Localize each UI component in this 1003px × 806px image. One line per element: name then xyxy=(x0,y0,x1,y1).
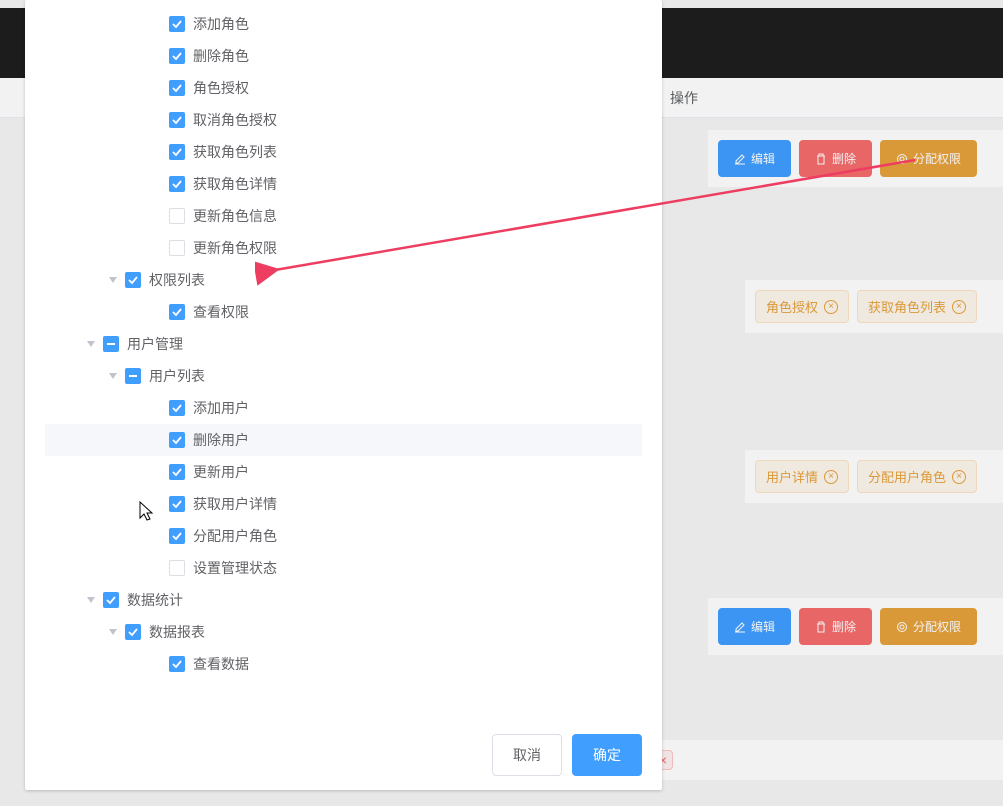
tree-node-label: 数据统计 xyxy=(127,584,183,616)
tree-node[interactable]: 获取角色列表 xyxy=(45,136,642,168)
tree-node-label: 取消角色授权 xyxy=(193,104,277,136)
tree-node[interactable]: 删除角色 xyxy=(45,40,642,72)
tree-checkbox[interactable] xyxy=(169,112,185,128)
tree-node-label: 角色授权 xyxy=(193,72,249,104)
tree-checkbox[interactable] xyxy=(169,80,185,96)
tree-node[interactable]: 数据统计 xyxy=(45,584,642,616)
tree-checkbox[interactable] xyxy=(169,656,185,672)
tree-node[interactable]: 取消角色授权 xyxy=(45,104,642,136)
tree-node-label: 添加角色 xyxy=(193,8,249,40)
tree-node[interactable]: 用户管理 xyxy=(45,328,642,360)
tree-node[interactable]: 获取用户详情 xyxy=(45,488,642,520)
dialog-footer: 取消 确定 xyxy=(25,720,662,790)
tree-checkbox[interactable] xyxy=(169,208,185,224)
tree-node[interactable]: 查看数据 xyxy=(45,648,642,680)
tree-node-label: 用户管理 xyxy=(127,328,183,360)
tree-checkbox[interactable] xyxy=(125,272,141,288)
tree-node[interactable]: 权限列表 xyxy=(45,264,642,296)
tree-node[interactable]: 获取角色详情 xyxy=(45,168,642,200)
tree-checkbox[interactable] xyxy=(103,336,119,352)
tree-checkbox[interactable] xyxy=(169,304,185,320)
tree-node-label: 删除角色 xyxy=(193,40,249,72)
tree-checkbox[interactable] xyxy=(169,176,185,192)
tree-node[interactable]: 用户列表 xyxy=(45,360,642,392)
tree-node[interactable]: 设置管理状态 xyxy=(45,552,642,584)
tree-node-label: 获取用户详情 xyxy=(193,488,277,520)
tree-node-label: 分配用户角色 xyxy=(193,520,277,552)
tree-checkbox[interactable] xyxy=(125,624,141,640)
tree-node[interactable]: 角色授权 xyxy=(45,72,642,104)
tree-checkbox[interactable] xyxy=(169,240,185,256)
tree-node-label: 更新角色权限 xyxy=(193,232,277,264)
tree-checkbox[interactable] xyxy=(103,592,119,608)
tree-node-label: 更新角色信息 xyxy=(193,200,277,232)
tree-node-label: 更新用户 xyxy=(193,456,249,488)
dialog-body: 添加角色删除角色角色授权取消角色授权获取角色列表获取角色详情更新角色信息更新角色… xyxy=(25,0,662,720)
tree-node[interactable]: 更新角色权限 xyxy=(45,232,642,264)
confirm-button[interactable]: 确定 xyxy=(572,734,642,776)
permission-dialog: 添加角色删除角色角色授权取消角色授权获取角色列表获取角色详情更新角色信息更新角色… xyxy=(25,0,662,790)
expand-icon[interactable] xyxy=(107,627,119,637)
expand-icon[interactable] xyxy=(107,371,119,381)
tree-node-label: 数据报表 xyxy=(149,616,205,648)
tree-node[interactable]: 分配用户角色 xyxy=(45,520,642,552)
tree-node-label: 查看权限 xyxy=(193,296,249,328)
tree-checkbox[interactable] xyxy=(169,144,185,160)
tree-node[interactable]: 数据报表 xyxy=(45,616,642,648)
cancel-button[interactable]: 取消 xyxy=(492,734,562,776)
tree-node-label: 添加用户 xyxy=(193,392,249,424)
tree-node-label: 设置管理状态 xyxy=(193,552,277,584)
tree-node-label: 权限列表 xyxy=(149,264,205,296)
tree-checkbox[interactable] xyxy=(169,560,185,576)
tree-node[interactable]: 添加用户 xyxy=(45,392,642,424)
tree-checkbox[interactable] xyxy=(169,432,185,448)
tree-node[interactable]: 删除用户 xyxy=(45,424,642,456)
tree-node-label: 用户列表 xyxy=(149,360,205,392)
tree-node[interactable]: 添加角色 xyxy=(45,8,642,40)
tree-node[interactable]: 查看权限 xyxy=(45,296,642,328)
tree-node[interactable]: 更新角色信息 xyxy=(45,200,642,232)
tree-checkbox[interactable] xyxy=(169,400,185,416)
tree-node[interactable]: 更新用户 xyxy=(45,456,642,488)
tree-checkbox[interactable] xyxy=(169,528,185,544)
expand-icon[interactable] xyxy=(85,595,97,605)
tree-checkbox[interactable] xyxy=(169,496,185,512)
permission-tree: 添加角色删除角色角色授权取消角色授权获取角色列表获取角色详情更新角色信息更新角色… xyxy=(45,8,642,680)
tree-node-label: 获取角色列表 xyxy=(193,136,277,168)
expand-icon[interactable] xyxy=(107,275,119,285)
tree-node-label: 删除用户 xyxy=(193,424,249,456)
tree-node-label: 获取角色详情 xyxy=(193,168,277,200)
expand-icon[interactable] xyxy=(85,339,97,349)
tree-node-label: 查看数据 xyxy=(193,648,249,680)
tree-checkbox[interactable] xyxy=(169,464,185,480)
tree-checkbox[interactable] xyxy=(169,16,185,32)
tree-checkbox[interactable] xyxy=(169,48,185,64)
tree-checkbox[interactable] xyxy=(125,368,141,384)
